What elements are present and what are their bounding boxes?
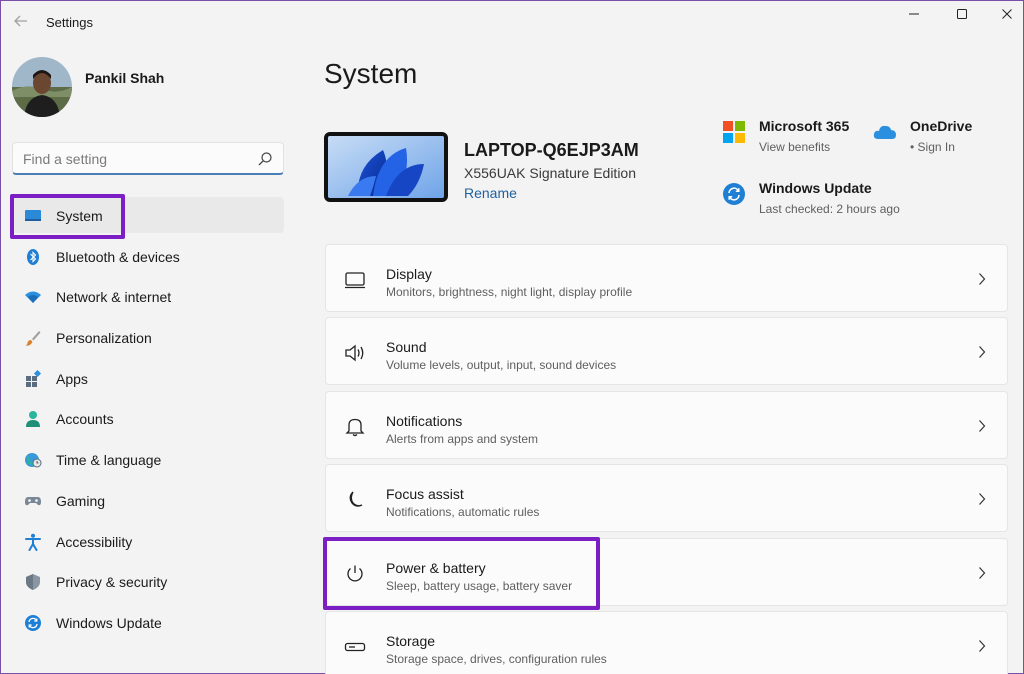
onedrive-link[interactable]: OneDrive • Sign In bbox=[873, 118, 983, 162]
card-notifications[interactable]: Notifications Alerts from apps and syste… bbox=[325, 390, 1008, 459]
globe-clock-icon bbox=[25, 453, 42, 468]
card-subtitle: Alerts from apps and system bbox=[386, 431, 539, 446]
card-focus-assist[interactable]: Focus assist Notifications, automatic ru… bbox=[325, 464, 1008, 533]
card-subtitle: Storage space, drives, configuration rul… bbox=[386, 651, 607, 666]
user-profile[interactable]: Pankil Shah bbox=[12, 57, 292, 117]
card-title: Sound bbox=[386, 339, 427, 356]
onedrive-cloud-icon bbox=[873, 125, 896, 139]
sidebar-item-personalization[interactable]: Personalization bbox=[12, 319, 284, 355]
update-icon bbox=[25, 614, 41, 631]
sidebar-item-label: Gaming bbox=[56, 492, 106, 509]
sidebar-item-label: Accounts bbox=[56, 411, 114, 428]
sidebar-item-label: Windows Update bbox=[56, 614, 162, 631]
bluetooth-icon bbox=[27, 248, 39, 265]
device-model: X556UAK Signature Edition bbox=[464, 165, 636, 181]
card-subtitle: Volume levels, output, input, sound devi… bbox=[386, 358, 617, 373]
chevron-right-icon bbox=[979, 566, 986, 579]
sidebar-item-label: System bbox=[56, 208, 103, 224]
display-icon bbox=[25, 210, 41, 221]
minimize-button[interactable] bbox=[891, 3, 937, 25]
card-power-battery[interactable]: Power & battery Sleep, battery usage, ba… bbox=[325, 537, 1008, 606]
onedrive-title: OneDrive bbox=[910, 118, 973, 134]
sidebar-item-bluetooth[interactable]: Bluetooth & devices bbox=[12, 238, 284, 274]
windows-update-title: Windows Update bbox=[759, 180, 872, 196]
search-icon[interactable] bbox=[257, 151, 273, 167]
power-icon bbox=[347, 565, 363, 582]
monitor-icon bbox=[345, 272, 365, 289]
chevron-right-icon bbox=[979, 640, 986, 652]
sidebar-item-system[interactable]: System bbox=[12, 197, 284, 233]
sidebar-item-label: Bluetooth & devices bbox=[56, 248, 180, 265]
chevron-right-icon bbox=[979, 346, 986, 359]
maximize-button[interactable] bbox=[939, 3, 985, 25]
card-subtitle: Monitors, brightness, night light, displ… bbox=[386, 285, 633, 299]
wifi-icon bbox=[25, 291, 41, 304]
page-title: System bbox=[324, 58, 418, 89]
person-icon bbox=[26, 411, 40, 428]
sidebar-item-label: Accessibility bbox=[56, 533, 133, 550]
sidebar-item-windows-update[interactable]: Windows Update bbox=[12, 604, 284, 640]
onedrive-subtitle: • Sign In bbox=[910, 140, 955, 154]
card-sound[interactable]: Sound Volume levels, output, input, soun… bbox=[325, 317, 1008, 386]
chevron-right-icon bbox=[979, 419, 986, 432]
profile-name: Pankil Shah bbox=[85, 70, 165, 86]
card-subtitle: Notifications, automatic rules bbox=[386, 505, 540, 520]
windows-update-subtitle: Last checked: 2 hours ago bbox=[759, 202, 900, 216]
accessibility-icon bbox=[25, 533, 41, 551]
chevron-right-icon bbox=[979, 273, 986, 285]
card-display[interactable]: Display Monitors, brightness, night ligh… bbox=[325, 244, 1008, 312]
windows-update-link[interactable]: Windows Update Last checked: 2 hours ago bbox=[722, 180, 922, 224]
update-icon bbox=[723, 183, 745, 205]
card-title: Display bbox=[386, 266, 432, 282]
microsoft-365-link[interactable]: Microsoft 365 View benefits bbox=[722, 118, 862, 162]
microsoft-365-subtitle: View benefits bbox=[759, 140, 831, 154]
sidebar-item-label: Time & language bbox=[56, 452, 162, 469]
shield-icon bbox=[26, 574, 40, 591]
sidebar-item-label: Network & internet bbox=[56, 289, 172, 306]
card-title: Focus assist bbox=[386, 486, 464, 503]
card-title: Power & battery bbox=[386, 559, 486, 576]
microsoft-365-title: Microsoft 365 bbox=[759, 118, 850, 134]
device-name: LAPTOP-Q6EJP3AM bbox=[464, 140, 639, 160]
close-button[interactable] bbox=[984, 3, 1024, 25]
speaker-icon bbox=[345, 345, 364, 362]
sidebar-item-label: Personalization bbox=[56, 330, 152, 347]
sidebar-item-label: Apps bbox=[56, 370, 88, 387]
brush-icon bbox=[25, 331, 41, 346]
window-title: Settings bbox=[46, 15, 93, 30]
sidebar-item-gaming[interactable]: Gaming bbox=[12, 482, 284, 518]
sidebar-nav: System Bluetooth & devices Network & int… bbox=[12, 197, 284, 645]
storage-icon bbox=[344, 642, 366, 652]
microsoft-logo-icon bbox=[723, 121, 745, 143]
sidebar-item-time-language[interactable]: Time & language bbox=[12, 441, 284, 477]
gamepad-icon bbox=[25, 496, 41, 506]
chevron-right-icon bbox=[979, 493, 986, 506]
card-title: Storage bbox=[386, 632, 436, 649]
avatar bbox=[12, 57, 72, 117]
apps-icon bbox=[26, 369, 42, 387]
sidebar-item-label: Privacy & security bbox=[56, 574, 168, 591]
rename-link[interactable]: Rename bbox=[464, 185, 517, 201]
bell-icon bbox=[345, 418, 365, 436]
settings-card-list: Display Monitors, brightness, night ligh… bbox=[325, 244, 1008, 674]
title-bar: Settings bbox=[1, 1, 1023, 45]
sidebar-item-privacy-security[interactable]: Privacy & security bbox=[12, 563, 284, 599]
device-wallpaper-thumbnail bbox=[324, 132, 448, 202]
sidebar-item-network[interactable]: Network & internet bbox=[12, 278, 284, 314]
card-storage[interactable]: Storage Storage space, drives, configura… bbox=[325, 610, 1008, 674]
sidebar-item-accounts[interactable]: Accounts bbox=[12, 400, 284, 436]
sidebar-item-apps[interactable]: Apps bbox=[12, 360, 284, 396]
sidebar-item-accessibility[interactable]: Accessibility bbox=[12, 523, 284, 559]
back-arrow-icon[interactable] bbox=[11, 13, 31, 33]
search-box[interactable] bbox=[12, 142, 284, 175]
card-subtitle: Sleep, battery usage, battery saver bbox=[386, 578, 573, 593]
card-title: Notifications bbox=[386, 412, 463, 429]
moon-icon bbox=[349, 491, 363, 507]
search-input[interactable] bbox=[23, 149, 253, 169]
